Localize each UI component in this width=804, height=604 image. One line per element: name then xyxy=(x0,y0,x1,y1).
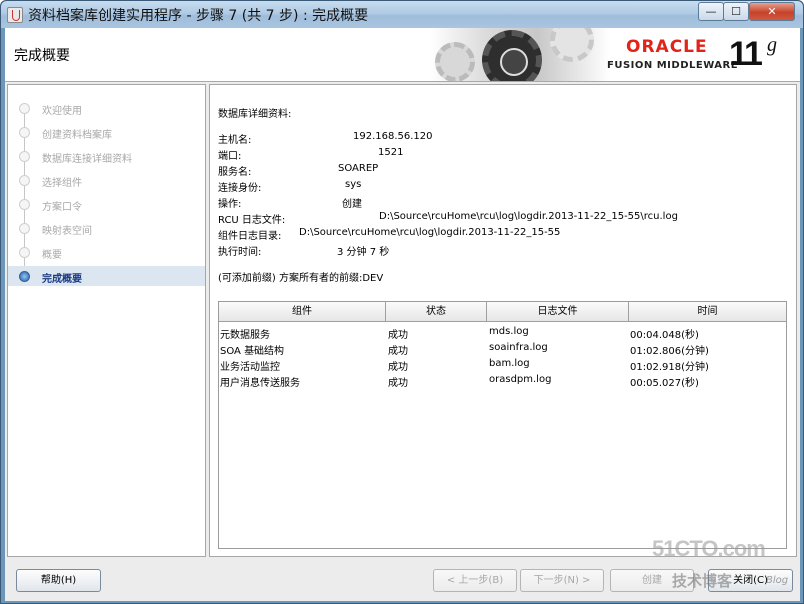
header-banner: 完成概要 ORACLE FUSION MIDDLEWARE 11 g xyxy=(5,28,800,82)
nav-step-label: 数据库连接详细资料 xyxy=(42,154,132,165)
rcu-log-value: D:\Source\rcuHome\rcu\log\logdir.2013-11… xyxy=(379,211,678,222)
service-value: SOAREP xyxy=(338,163,379,174)
nav-step-welcome[interactable]: 欢迎使用 xyxy=(8,98,205,118)
step-circle-icon xyxy=(19,223,30,234)
nav-step-label: 选择组件 xyxy=(42,178,82,189)
nav-step-label: 欢迎使用 xyxy=(42,106,82,117)
back-button[interactable]: < 上一步(B) xyxy=(433,569,517,592)
minimize-button[interactable]: — xyxy=(698,2,724,21)
cell-time: 01:02.918(分钟) xyxy=(630,362,709,373)
nav-step-label: 映射表空间 xyxy=(42,226,92,237)
host-label: 主机名: xyxy=(218,135,252,146)
nav-step-completion-summary[interactable]: 完成概要 xyxy=(8,266,205,286)
active-step-circle-icon xyxy=(19,271,30,282)
table-row[interactable]: 业务活动监控 成功 bam.log 01:02.918(分钟) xyxy=(219,356,786,373)
service-label: 服务名: xyxy=(218,167,252,178)
column-header-log-file[interactable]: 日志文件 xyxy=(487,302,629,322)
nav-step-select-components[interactable]: 选择组件 xyxy=(8,170,205,190)
title-bar[interactable]: 资料档案库创建实用程序 - 步骤 7 (共 7 步) : 完成概要 — ☐ ✕ xyxy=(1,1,803,28)
column-header-status[interactable]: 状态 xyxy=(386,302,487,322)
version-letter: g xyxy=(767,34,777,56)
host-value: 192.168.56.120 xyxy=(353,131,433,142)
connect-as-label: 连接身份: xyxy=(218,183,262,194)
cell-log-file: bam.log xyxy=(489,358,530,369)
nav-step-label: 概要 xyxy=(42,250,62,261)
rcu-log-label: RCU 日志文件: xyxy=(218,215,286,226)
cell-status: 成功 xyxy=(388,346,408,357)
schema-prefix-note: (可添加前缀) 方案所有者的前缀:DEV xyxy=(218,273,384,284)
cell-time: 01:02.806(分钟) xyxy=(630,346,709,357)
close-window-button[interactable]: ✕ xyxy=(749,2,795,21)
step-circle-icon xyxy=(19,247,30,258)
cell-status: 成功 xyxy=(388,362,408,373)
cell-component: 元数据服务 xyxy=(220,330,270,341)
help-button[interactable]: 帮助(H) xyxy=(16,569,101,592)
table-header: 组件 状态 日志文件 时间 xyxy=(219,302,786,322)
cell-time: 00:04.048(秒) xyxy=(630,330,699,341)
cell-log-file: orasdpm.log xyxy=(489,374,552,385)
maximize-button[interactable]: ☐ xyxy=(723,2,749,21)
exec-time-value: 3 分钟 7 秒 xyxy=(337,247,390,258)
watermark-tagline: 技术博客 xyxy=(672,572,733,590)
nav-step-db-connection[interactable]: 数据库连接详细资料 xyxy=(8,146,205,166)
column-header-time[interactable]: 时间 xyxy=(629,302,786,322)
connect-as-value: sys xyxy=(345,179,362,190)
operation-value: 创建 xyxy=(342,199,362,210)
step-circle-icon xyxy=(19,103,30,114)
component-log-label: 组件日志目录: xyxy=(218,231,282,242)
step-circle-icon xyxy=(19,199,30,210)
cell-status: 成功 xyxy=(388,378,408,389)
table-row[interactable]: SOA 基础结构 成功 soainfra.log 01:02.806(分钟) xyxy=(219,340,786,357)
table-row[interactable]: 用户消息传送服务 成功 orasdpm.log 00:05.027(秒) xyxy=(219,372,786,389)
operation-label: 操作: xyxy=(218,199,242,210)
gear-icon xyxy=(482,30,542,81)
step-circle-icon xyxy=(19,175,30,186)
nav-step-schema-password[interactable]: 方案口令 xyxy=(8,194,205,214)
step-circle-icon xyxy=(19,151,30,162)
main-panel: 数据库详细资料: 主机名: 192.168.56.120 端口: 1521 服务… xyxy=(209,84,797,557)
version-number: 11 xyxy=(729,35,763,73)
cell-log-file: mds.log xyxy=(489,326,529,337)
results-table: 组件 状态 日志文件 时间 元数据服务 成功 mds.log 00:04.048… xyxy=(218,301,787,549)
step-navigation: 欢迎使用 创建资料档案库 数据库连接详细资料 选择组件 方案口令 映射表空间 概… xyxy=(7,84,206,557)
window-client-area: 完成概要 ORACLE FUSION MIDDLEWARE 11 g 欢迎使用 … xyxy=(5,28,800,601)
port-label: 端口: xyxy=(218,151,242,162)
oracle-logo: ORACLE xyxy=(626,37,708,57)
nav-step-map-tablespaces[interactable]: 映射表空间 xyxy=(8,218,205,238)
column-header-component[interactable]: 组件 xyxy=(219,302,386,322)
nav-step-summary[interactable]: 概要 xyxy=(8,242,205,262)
watermark-blog: Blog xyxy=(766,575,789,586)
window-title: 资料档案库创建实用程序 - 步骤 7 (共 7 步) : 完成概要 xyxy=(28,8,369,24)
nav-step-label: 完成概要 xyxy=(42,274,82,285)
nav-step-label: 创建资料档案库 xyxy=(42,130,112,141)
nav-step-label: 方案口令 xyxy=(42,202,82,213)
step-circle-icon xyxy=(19,127,30,138)
cell-component: 用户消息传送服务 xyxy=(220,378,300,389)
component-log-value: D:\Source\rcuHome\rcu\log\logdir.2013-11… xyxy=(299,227,561,238)
fusion-middleware-logo: FUSION MIDDLEWARE xyxy=(607,60,739,71)
db-details-heading: 数据库详细资料: xyxy=(218,109,292,120)
exec-time-label: 执行时间: xyxy=(218,247,262,258)
java-app-icon xyxy=(7,7,23,23)
port-value: 1521 xyxy=(378,147,404,158)
cell-log-file: soainfra.log xyxy=(489,342,548,353)
cell-time: 00:05.027(秒) xyxy=(630,378,699,389)
nav-step-create-repository[interactable]: 创建资料档案库 xyxy=(8,122,205,142)
cell-status: 成功 xyxy=(388,330,408,341)
cell-component: 业务活动监控 xyxy=(220,362,280,373)
next-button[interactable]: 下一步(N) > xyxy=(520,569,604,592)
watermark-site: 51CTO.com xyxy=(652,536,766,561)
gear-icon xyxy=(550,28,594,62)
installer-window: 资料档案库创建实用程序 - 步骤 7 (共 7 步) : 完成概要 — ☐ ✕ … xyxy=(0,0,804,604)
cell-component: SOA 基础结构 xyxy=(220,346,285,357)
gears-graphic xyxy=(430,28,610,81)
gear-icon xyxy=(435,42,475,81)
table-row[interactable]: 元数据服务 成功 mds.log 00:04.048(秒) xyxy=(219,324,786,341)
page-title: 完成概要 xyxy=(14,48,70,64)
